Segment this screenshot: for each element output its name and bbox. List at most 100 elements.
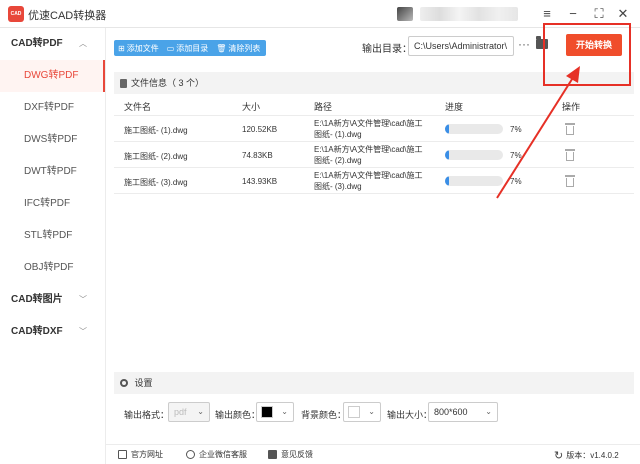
close-icon[interactable]: ✕ (614, 5, 632, 23)
output-path-field[interactable]: C:\Users\Administrator\ (408, 36, 514, 56)
sidebar-item-stl-pdf[interactable]: STL转PDF (0, 220, 105, 252)
trash-icon: 🗑 (216, 43, 227, 53)
background-color-swatch (348, 406, 360, 418)
sidebar-item-dws-pdf[interactable]: DWS转PDF (0, 124, 105, 156)
feedback-label: 意见反馈 (281, 450, 313, 459)
progress-percent: 7% (510, 177, 522, 186)
refresh-icon: ↻ (554, 450, 564, 462)
background-color-select[interactable]: ⌄ (343, 402, 381, 422)
delete-icon[interactable] (565, 148, 575, 161)
output-size-value: 800*600 (434, 407, 468, 417)
output-size-label: 输出大小： (387, 410, 433, 420)
sidebar-item-dxf-pdf[interactable]: DXF转PDF (0, 92, 105, 124)
background-color-label: 背景颜色： (301, 410, 347, 420)
output-size-select[interactable]: 800*600 ⌄ (428, 402, 498, 422)
column-filename: 文件名 (124, 102, 152, 112)
settings-row: 输出格式： pdf ⌄ 输出颜色： ⌄ 背景颜色： ⌄ 输出大小： 800*60… (114, 394, 634, 432)
progress-fill (445, 124, 450, 134)
official-website-link[interactable]: 官方网址 (118, 449, 163, 460)
maximize-icon[interactable]: ⛶ (590, 5, 608, 23)
file-path: E:\1A新方\A文件管理\cad\施工图纸- (3).dwg (314, 171, 423, 191)
sidebar-item-ifc-pdf[interactable]: IFC转PDF (0, 188, 105, 220)
clear-list-button[interactable]: 🗑 清除列表 (216, 43, 260, 54)
sidebar-group-label: CAD转DXF (11, 326, 63, 337)
sidebar-item-dwt-pdf[interactable]: DWT转PDF (0, 156, 105, 188)
table-header: 文件名 大小 路径 进度 操作 (114, 94, 634, 116)
output-dir-label: 输出目录： (362, 44, 412, 55)
user-avatar[interactable] (397, 7, 413, 21)
more-icon[interactable]: ··· (518, 36, 530, 52)
column-path: 路径 (314, 102, 333, 112)
table-row: 施工图纸- (3).dwg 143.93KB E:\1A新方\A文件管理\cad… (114, 168, 634, 194)
sidebar-item-dwg-pdf[interactable]: DWG转PDF (0, 60, 105, 92)
column-size: 大小 (242, 102, 261, 112)
sidebar-group-cad-to-image[interactable]: CAD转图片 ﹀ (0, 284, 105, 316)
delete-icon[interactable] (565, 122, 575, 135)
file-name: 施工图纸- (3).dwg (124, 178, 188, 187)
output-format-value: pdf (174, 407, 187, 417)
delete-icon[interactable] (565, 174, 575, 187)
sidebar-group-cad-to-dxf[interactable]: CAD转DXF ﹀ (0, 316, 105, 348)
user-name-blurred (420, 7, 518, 21)
chevron-down-icon: ⌄ (485, 407, 492, 416)
file-info-title: 文件信息（ 3 个） (131, 78, 205, 88)
feedback-link[interactable]: 意见反馈 (268, 449, 313, 460)
chevron-up-icon: ︿ (79, 39, 87, 48)
sidebar-group-label: CAD转图片 (11, 294, 63, 305)
progress-fill (445, 176, 450, 186)
table-row: 施工图纸- (1).dwg 120.52KB E:\1A新方\A文件管理\cad… (114, 116, 634, 142)
website-icon (118, 450, 127, 459)
output-format-label: 输出格式： (124, 410, 170, 420)
chevron-down-icon: ⌄ (368, 407, 375, 416)
menu-icon[interactable]: ≡ (538, 5, 556, 23)
toolbar: ⊞ 添加文件 ▭ 添加目录 🗑 清除列表 输出目录： C:\Users\Admi… (106, 28, 640, 66)
app-title: 优速CAD转换器 (28, 10, 107, 22)
wechat-support-link[interactable]: 企业微信客服 (186, 449, 247, 460)
feedback-icon (268, 450, 277, 459)
open-folder-icon[interactable] (536, 36, 548, 49)
sidebar-item-obj-pdf[interactable]: OBJ转PDF (0, 252, 105, 284)
progress-percent: 7% (510, 151, 522, 160)
output-color-swatch (261, 406, 273, 418)
progress-bar (445, 176, 503, 186)
file-info-header: 文件信息（ 3 个） (114, 72, 634, 94)
output-format-select[interactable]: pdf ⌄ (168, 402, 210, 422)
official-website-label: 官方网址 (131, 450, 163, 459)
sidebar-group-label: CAD转PDF (11, 38, 63, 49)
sidebar-group-cad-to-pdf[interactable]: CAD转PDF ︿ (0, 28, 105, 60)
folder-icon: ▭ (166, 43, 175, 53)
progress-percent: 7% (510, 125, 522, 134)
add-directory-button[interactable]: ▭ 添加目录 (167, 43, 209, 54)
version-label: 版本：v1.4.0.2 (566, 451, 619, 460)
file-name: 施工图纸- (1).dwg (124, 126, 188, 135)
file-path: E:\1A新方\A文件管理\cad\施工图纸- (2).dwg (314, 145, 423, 165)
wechat-support-label: 企业微信客服 (199, 450, 247, 459)
progress-fill (445, 150, 450, 160)
settings-header: 设置 (114, 372, 634, 394)
file-list-panel: 文件信息（ 3 个） 文件名 大小 路径 进度 操作 施工图纸- (1).dwg… (114, 72, 634, 372)
chevron-down-icon: ⌄ (197, 407, 204, 416)
sidebar: CAD转PDF ︿ DWG转PDF DXF转PDF DWS转PDF DWT转PD… (0, 28, 106, 464)
add-file-button[interactable]: ⊞ 添加文件 (118, 43, 159, 54)
minimize-icon[interactable]: − (564, 5, 582, 23)
table-row: 施工图纸- (2).dwg 74.83KB E:\1A新方\A文件管理\cad\… (114, 142, 634, 168)
footer: 官方网址 企业微信客服 意见反馈 ↻ 版本：v1.4.0.2 (106, 444, 640, 464)
start-convert-button[interactable]: 开始转换 (566, 34, 622, 56)
settings-title: 设置 (134, 378, 153, 388)
clear-list-label: 清除列表 (228, 43, 261, 53)
app-logo: CAD (8, 6, 24, 22)
document-icon (120, 78, 127, 88)
output-color-label: 输出颜色： (215, 410, 261, 420)
output-color-select[interactable]: ⌄ (256, 402, 294, 422)
wechat-icon (186, 450, 195, 459)
file-name: 施工图纸- (2).dwg (124, 152, 188, 161)
progress-bar (445, 150, 503, 160)
column-actions: 操作 (562, 102, 581, 112)
file-path: E:\1A新方\A文件管理\cad\施工图纸- (1).dwg (314, 119, 423, 139)
title-bar: CAD 优速CAD转换器 ≡ − ⛶ ✕ (0, 0, 640, 28)
version-info[interactable]: ↻ 版本：v1.4.0.2 (554, 449, 619, 462)
add-file-icon: ⊞ (118, 43, 125, 53)
add-file-label: 添加文件 (126, 43, 159, 53)
add-directory-label: 添加目录 (176, 43, 209, 53)
chevron-down-icon: ⌄ (281, 407, 288, 416)
